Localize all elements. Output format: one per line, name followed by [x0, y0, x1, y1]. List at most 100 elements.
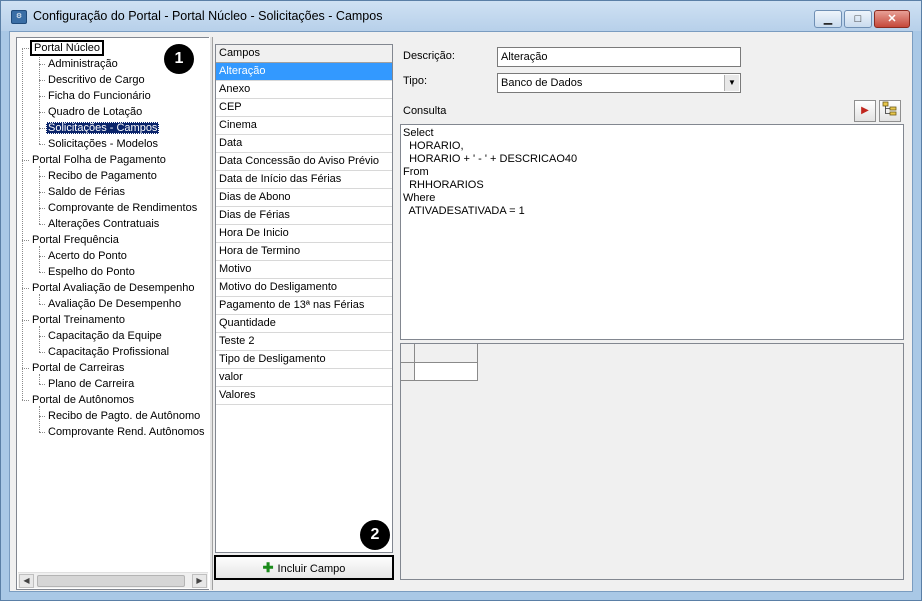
- description-label: Descrição:: [403, 50, 455, 62]
- query-editor[interactable]: Select HORARIO, HORARIO + ' - ' + DESCRI…: [400, 124, 904, 340]
- field-list-item[interactable]: Hora de Termino: [216, 243, 392, 261]
- tree-item-label: Recibo de Pagto. de Autônomo: [48, 410, 201, 422]
- minimize-button[interactable]: ▁: [814, 10, 842, 28]
- tree-item-label: Espelho do Ponto: [48, 266, 135, 278]
- tree-connector: [39, 272, 45, 273]
- field-list-item[interactable]: Teste 2: [216, 333, 392, 351]
- tree-item-label: Descritivo de Cargo: [48, 74, 145, 86]
- tree-connector: [39, 54, 40, 144]
- tree-item-label: Recibo de Pagamento: [48, 170, 157, 182]
- field-list-item[interactable]: Motivo do Desligamento: [216, 279, 392, 297]
- field-list-item[interactable]: Cinema: [216, 117, 392, 135]
- fields-column-header[interactable]: Campos: [216, 45, 392, 63]
- scroll-left-icon[interactable]: ◀: [19, 574, 34, 588]
- field-list-item[interactable]: valor: [216, 369, 392, 387]
- tree-item-label: Portal Núcleo: [30, 40, 105, 56]
- tree-item-label: Plano de Carreira: [48, 378, 135, 390]
- tree-leaf-item[interactable]: Ficha do Funcionário: [46, 88, 153, 104]
- type-select[interactable]: Banco de Dados ▼: [497, 73, 741, 93]
- portal-tree[interactable]: Portal Núcleo Administração Descritivo de …: [16, 37, 210, 590]
- tree-item-label: Portal Folha de Pagamento: [32, 154, 166, 166]
- field-list-item[interactable]: Anexo: [216, 81, 392, 99]
- tree-connector: [22, 160, 29, 161]
- field-list-item[interactable]: Tipo de Desligamento: [216, 351, 392, 369]
- tree-group-item[interactable]: Portal Avaliação de Desempenho: [30, 280, 196, 296]
- tree-group-item[interactable]: Portal Folha de Pagamento: [30, 152, 168, 168]
- tree-leaf-item[interactable]: Descritivo de Cargo: [46, 72, 147, 88]
- tree-item-label: Ficha do Funcionário: [48, 90, 151, 102]
- add-field-label: Incluir Campo: [277, 563, 346, 575]
- field-list-item[interactable]: Valores: [216, 387, 392, 405]
- tree-connector: [39, 352, 45, 353]
- tree-connector: [22, 240, 29, 241]
- grid-column-header[interactable]: [415, 344, 478, 363]
- app-window: ⚙ Configuração do Portal - Portal Núcleo…: [0, 0, 922, 601]
- tree-leaf-item[interactable]: Alterações Contratuais: [46, 216, 161, 232]
- tree-leaf-item[interactable]: Avaliação De Desempenho: [46, 296, 183, 312]
- type-select-value: Banco de Dados: [501, 77, 583, 89]
- scroll-thumb[interactable]: [37, 575, 185, 587]
- tree-connector: [39, 224, 45, 225]
- tree-leaf-item[interactable]: Saldo de Férias: [46, 184, 127, 200]
- field-list-item[interactable]: Dias de Abono: [216, 189, 392, 207]
- tree-connector: [22, 288, 29, 289]
- query-tree-button[interactable]: [879, 100, 901, 122]
- tree-leaf-item[interactable]: Acerto do Ponto: [46, 248, 129, 264]
- tree-group-item[interactable]: Portal de Carreiras: [30, 360, 126, 376]
- annotation-badge-2: 2: [360, 520, 390, 550]
- window-title: Configuração do Portal - Portal Núcleo -…: [33, 9, 383, 23]
- tree-group-item[interactable]: Portal Núcleo: [30, 40, 105, 56]
- tree-connector: [39, 384, 45, 385]
- tree-connector: [22, 368, 29, 369]
- grid-corner-cell[interactable]: [401, 344, 415, 363]
- tree-leaf-item[interactable]: Administração: [46, 56, 120, 72]
- scroll-right-icon[interactable]: ▶: [192, 574, 207, 588]
- field-list-item[interactable]: Alteração: [216, 63, 392, 81]
- tree-leaf-item[interactable]: Espelho do Ponto: [46, 264, 137, 280]
- grid-row-header[interactable]: [401, 363, 415, 381]
- tree-leaf-item[interactable]: Recibo de Pagamento: [46, 168, 159, 184]
- chevron-down-icon[interactable]: ▼: [724, 75, 739, 91]
- tree-leaf-item[interactable]: Comprovante de Rendimentos: [46, 200, 199, 216]
- tree-connector: [22, 400, 29, 401]
- description-input[interactable]: Alteração: [497, 47, 741, 67]
- field-list-item[interactable]: Data de Início das Férias: [216, 171, 392, 189]
- field-list-item[interactable]: Quantidade: [216, 315, 392, 333]
- app-icon: ⚙: [11, 10, 27, 24]
- panel-splitter[interactable]: [209, 37, 213, 590]
- tree-item-label: Portal de Carreiras: [32, 362, 125, 374]
- fields-list[interactable]: Campos Alteração Anexo CEP Cinema Data Data C…: [215, 44, 393, 553]
- tree-horizontal-scrollbar[interactable]: ◀ ▶: [18, 572, 208, 588]
- tree-leaf-item[interactable]: Comprovante Rend. Autônomos: [46, 424, 207, 440]
- tree-leaf-item[interactable]: Plano de Carreira: [46, 376, 136, 392]
- run-query-button[interactable]: ▶: [854, 100, 876, 122]
- field-list-item[interactable]: CEP: [216, 99, 392, 117]
- tree-connector: [22, 48, 29, 49]
- tree-connector: [39, 406, 40, 432]
- tree-leaf-item[interactable]: Recibo de Pagto. de Autônomo: [46, 408, 202, 424]
- tree-group-item[interactable]: Portal de Autônomos: [30, 392, 136, 408]
- tree-group-item[interactable]: Portal Frequência: [30, 232, 121, 248]
- query-result-grid[interactable]: [400, 343, 904, 580]
- tree-group-item[interactable]: Portal Treinamento: [30, 312, 127, 328]
- field-list-item[interactable]: Hora De Inicio: [216, 225, 392, 243]
- add-field-button[interactable]: ✚ Incluir Campo: [214, 555, 394, 580]
- tree-leaf-item[interactable]: Solicitações - Modelos: [46, 136, 160, 152]
- field-list-item[interactable]: Dias de Férias: [216, 207, 392, 225]
- tree-item-label: Alterações Contratuais: [48, 218, 160, 230]
- tree-leaf-item[interactable]: Capacitação da Equipe: [46, 328, 164, 344]
- field-list-item[interactable]: Motivo: [216, 261, 392, 279]
- query-label: Consulta: [403, 105, 447, 117]
- field-list-item[interactable]: Pagamento de 13ª nas Férias: [216, 297, 392, 315]
- title-bar[interactable]: ⚙ Configuração do Portal - Portal Núcleo…: [1, 1, 921, 31]
- tree-connector: [39, 326, 40, 352]
- close-button[interactable]: ✕: [874, 10, 910, 28]
- tree-leaf-item[interactable]: Capacitação Profissional: [46, 344, 171, 360]
- grid-cell[interactable]: [415, 363, 478, 381]
- field-list-item[interactable]: Data: [216, 135, 392, 153]
- tree-leaf-item[interactable]: Solicitações - Campos: [46, 120, 160, 136]
- maximize-button[interactable]: □: [844, 10, 872, 28]
- tree-leaf-item[interactable]: Quadro de Lotação: [46, 104, 144, 120]
- tree-item-label: Quadro de Lotação: [48, 106, 143, 118]
- field-list-item[interactable]: Data Concessão do Aviso Prévio: [216, 153, 392, 171]
